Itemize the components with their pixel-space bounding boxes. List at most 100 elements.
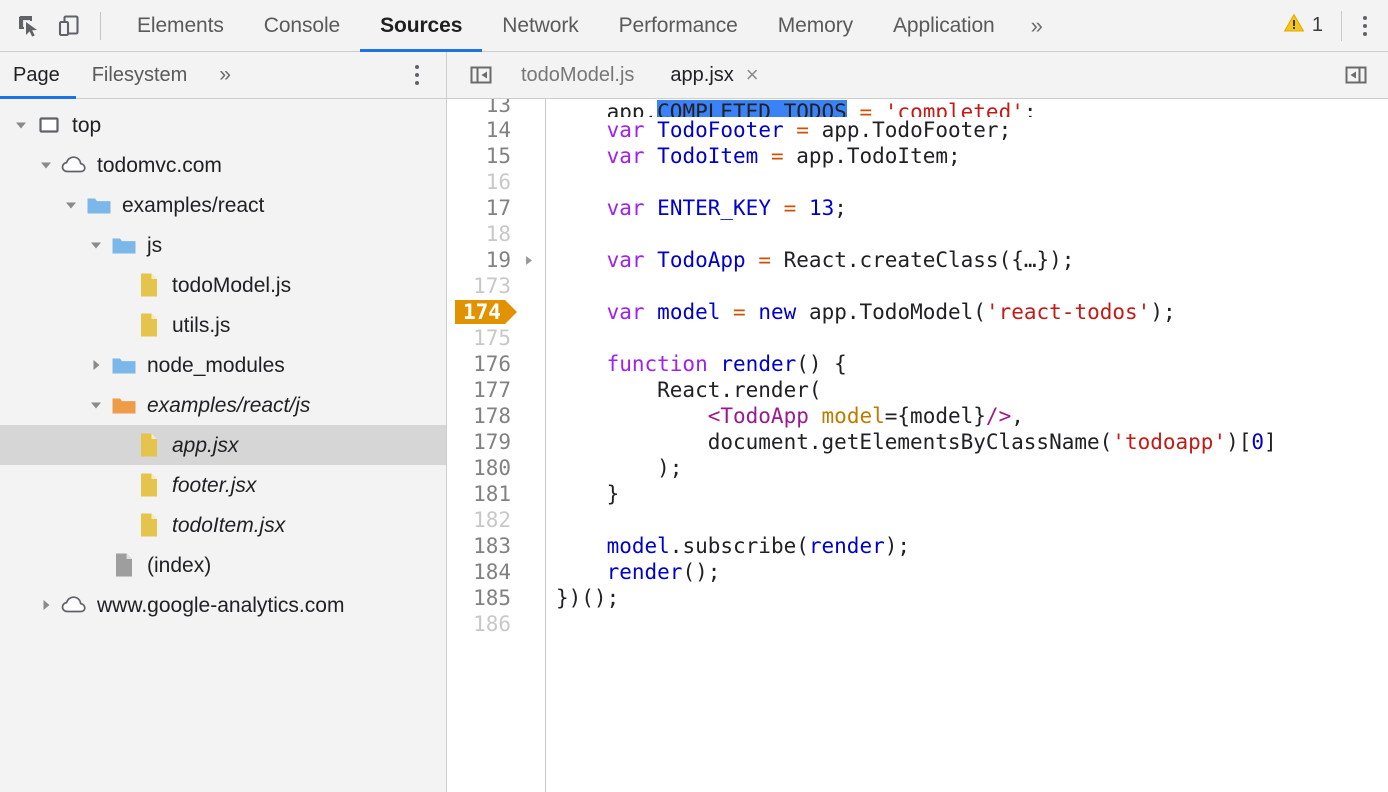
tab-sources[interactable]: Sources: [360, 0, 482, 51]
tree-twisty-collapsed-icon[interactable]: [83, 358, 109, 372]
gutter-line-number[interactable]: 180: [447, 455, 545, 481]
code-line[interactable]: document.getElementsByClassName('todoapp…: [556, 429, 1388, 455]
tree-item-index[interactable]: (index): [0, 545, 446, 585]
tree-item-label: footer.jsx: [172, 475, 256, 496]
code-line[interactable]: React.render(: [556, 377, 1388, 403]
editor-tab-appjsx[interactable]: app.jsx ×: [652, 52, 776, 98]
code-line[interactable]: var TodoFooter = app.TodoFooter;: [556, 117, 1388, 143]
code-line[interactable]: [556, 325, 1388, 351]
tree-twisty-expanded-icon[interactable]: [33, 158, 59, 172]
gutter-line-number[interactable]: 16: [447, 169, 545, 195]
gutter-line-number[interactable]: 18: [447, 221, 545, 247]
line-number-gutter[interactable]: 1314151617181917317417517617717817918018…: [447, 99, 546, 792]
line-number: 175: [473, 326, 511, 350]
navigator-tab-page[interactable]: Page: [0, 52, 76, 98]
tree-item-footer-jsx[interactable]: footer.jsx: [0, 465, 446, 505]
gutter-line-number[interactable]: 178: [447, 403, 545, 429]
code-token: [556, 118, 607, 142]
code-line[interactable]: var TodoApp = React.createClass({…});: [556, 247, 1388, 273]
tree-item-js[interactable]: js: [0, 225, 446, 265]
tab-elements[interactable]: Elements: [117, 0, 244, 51]
code-line[interactable]: app.COMPLETED_TODOS = 'completed';: [556, 99, 1388, 117]
tree-twisty-collapsed-icon[interactable]: [33, 598, 59, 612]
editor-tab-todomodel[interactable]: todoModel.js: [503, 52, 652, 98]
gutter-line-number[interactable]: 19: [447, 247, 545, 273]
code-line[interactable]: })();: [556, 585, 1388, 611]
tree-item-label: top: [72, 115, 101, 136]
tree-twisty-expanded-icon[interactable]: [58, 198, 84, 212]
code-line[interactable]: [556, 221, 1388, 247]
gutter-line-number[interactable]: 15: [447, 143, 545, 169]
tree-item-todoitem-jsx[interactable]: todoItem.jsx: [0, 505, 446, 545]
tree-twisty-expanded-icon[interactable]: [8, 118, 34, 132]
navigator-more-tabs-chevron-icon[interactable]: »: [203, 52, 247, 98]
inspect-element-icon[interactable]: [14, 11, 44, 41]
tree-item-todomodel-js[interactable]: todoModel.js: [0, 265, 446, 305]
tree-item-examples-react[interactable]: examples/react: [0, 185, 446, 225]
navigator-more-options-icon[interactable]: [402, 58, 432, 92]
tree-item-utils-js[interactable]: utils.js: [0, 305, 446, 345]
tab-application[interactable]: Application: [873, 0, 1015, 51]
tree-item-node-modules[interactable]: node_modules: [0, 345, 446, 385]
tree-item-examples-react-js[interactable]: examples/react/js: [0, 385, 446, 425]
tree-item-top[interactable]: top: [0, 105, 446, 145]
tab-performance[interactable]: Performance: [599, 0, 758, 51]
gutter-line-number[interactable]: 177: [447, 377, 545, 403]
gutter-breakpoint-line[interactable]: 174: [447, 299, 545, 325]
code-line[interactable]: var ENTER_KEY = 13;: [556, 195, 1388, 221]
gutter-line-number[interactable]: 13: [447, 99, 545, 117]
gutter-line-number[interactable]: 185: [447, 585, 545, 611]
more-options-kebab-icon[interactable]: [1350, 9, 1380, 43]
gutter-line-number[interactable]: 181: [447, 481, 545, 507]
code-line[interactable]: render();: [556, 559, 1388, 585]
code-token: [758, 144, 771, 168]
code-line[interactable]: [556, 169, 1388, 195]
code-line[interactable]: var TodoItem = app.TodoItem;: [556, 143, 1388, 169]
code-line[interactable]: [556, 273, 1388, 299]
code-token: var: [607, 248, 645, 272]
code-line[interactable]: [556, 611, 1388, 637]
breakpoint-marker[interactable]: 174: [455, 300, 505, 324]
tab-memory[interactable]: Memory: [758, 0, 873, 51]
navigator-tab-filesystem[interactable]: Filesystem: [76, 52, 204, 98]
code-line[interactable]: <TodoApp model={model}/>,: [556, 403, 1388, 429]
tree-item-www-google-analytics-com[interactable]: www.google-analytics.com: [0, 585, 446, 625]
gutter-line-number[interactable]: 17: [447, 195, 545, 221]
tab-network[interactable]: Network: [482, 0, 598, 51]
tab-console[interactable]: Console: [244, 0, 360, 51]
warning-badge[interactable]: 1: [1277, 12, 1333, 39]
collapse-navigator-icon[interactable]: [459, 62, 503, 88]
gutter-line-number[interactable]: 14: [447, 117, 545, 143]
gutter-line-number[interactable]: 173: [447, 273, 545, 299]
tree-item-app-jsx[interactable]: app.jsx: [0, 425, 446, 465]
gutter-line-number[interactable]: 175: [447, 325, 545, 351]
gutter-line-number[interactable]: 182: [447, 507, 545, 533]
close-icon[interactable]: ×: [746, 64, 759, 86]
code-token: [645, 144, 658, 168]
code-editor[interactable]: 1314151617181917317417517617717817918018…: [447, 99, 1388, 792]
more-panels-chevron-icon[interactable]: »: [1015, 0, 1059, 51]
tree-twisty-expanded-icon[interactable]: [83, 398, 109, 412]
gutter-line-number[interactable]: 184: [447, 559, 545, 585]
collapse-sidebar-icon[interactable]: [1334, 62, 1378, 88]
gutter-line-number[interactable]: 183: [447, 533, 545, 559]
code-line[interactable]: var model = new app.TodoModel('react-tod…: [556, 299, 1388, 325]
code-line[interactable]: );: [556, 455, 1388, 481]
tree-item-todomvc-com[interactable]: todomvc.com: [0, 145, 446, 185]
code-line[interactable]: function render() {: [556, 351, 1388, 377]
code-token: 'react-todos': [986, 300, 1150, 324]
code-fold-expand-icon[interactable]: [522, 248, 535, 272]
code-line[interactable]: [556, 507, 1388, 533]
gutter-line-number[interactable]: 176: [447, 351, 545, 377]
device-toolbar-icon[interactable]: [54, 11, 84, 41]
gutter-line-number[interactable]: 186: [447, 611, 545, 637]
line-number: 180: [473, 456, 511, 480]
code-line[interactable]: }: [556, 481, 1388, 507]
folder-blue-icon: [84, 194, 114, 216]
tree-item-label: utils.js: [172, 315, 230, 336]
code-content[interactable]: app.COMPLETED_TODOS = 'completed'; var T…: [546, 99, 1388, 792]
code-line[interactable]: model.subscribe(render);: [556, 533, 1388, 559]
gutter-line-number[interactable]: 179: [447, 429, 545, 455]
line-number: 14: [486, 118, 511, 142]
tree-twisty-expanded-icon[interactable]: [83, 238, 109, 252]
